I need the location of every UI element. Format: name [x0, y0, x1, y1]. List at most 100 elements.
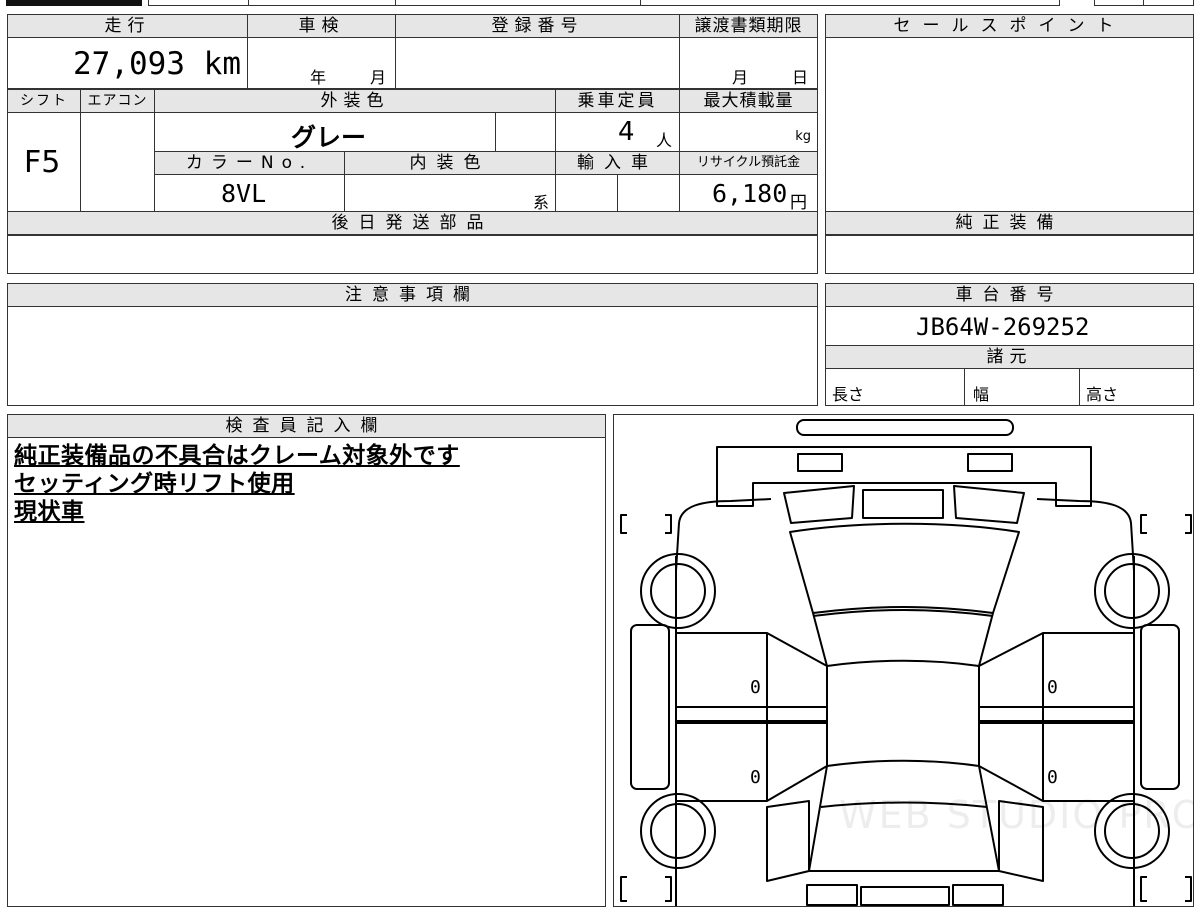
color-no-value: 8VL	[221, 179, 267, 208]
recycle-fee-cell: 6,180 円	[679, 174, 818, 213]
vehicle-diagram: 0 0 0 0 WEB STUDIO PRO	[613, 414, 1194, 907]
left-rear-door-mark: 0	[750, 677, 761, 698]
inspector-remark-1: 純正装備品の不具合はクレーム対象外です	[14, 443, 460, 469]
inspector-remark-2: セッティング時リフト使用	[14, 471, 295, 497]
notes-cell	[7, 306, 818, 406]
right-front-door-mark: 0	[1047, 767, 1058, 788]
interior-color-cell: 系	[344, 174, 556, 212]
max-load-cell: kg	[679, 112, 818, 152]
interior-color-header: 内装色	[344, 151, 556, 175]
top-strip-right-cells	[1094, 0, 1194, 6]
chassis-no-value: JB64W-269252	[916, 313, 1090, 341]
front-bumper-left	[806, 884, 858, 906]
genuine-equipment-header: 純正装備	[825, 211, 1194, 235]
later-parts-header: 後日発送部品	[7, 211, 818, 235]
registration-no-cell	[395, 37, 680, 89]
capacity-cell: 4 人	[555, 112, 680, 152]
bracket-right-top	[1140, 514, 1192, 534]
rear-glass-center	[862, 489, 944, 519]
body-outline	[675, 498, 1135, 572]
aircon-cell	[80, 112, 155, 212]
genuine-equipment-cell	[825, 235, 1194, 274]
left-front-fender	[766, 800, 810, 882]
roof-line-1	[812, 612, 994, 667]
spec-height-cell: 高さ	[1079, 368, 1194, 406]
transfer-deadline-cell: 月 日	[679, 37, 818, 89]
aircon-header: エアコン	[80, 89, 155, 113]
shift-value: F5	[24, 145, 61, 180]
rear-glass-left	[783, 485, 855, 524]
rear-glass-right	[953, 485, 1025, 524]
spec-length-cell: 長さ	[825, 368, 965, 406]
import-header: 輸入車	[555, 151, 680, 175]
sales-point-cell	[825, 37, 1194, 212]
recycle-fee-header: リサイクル預託金	[679, 151, 818, 175]
recycle-amount: 6,180	[712, 179, 788, 208]
left-rear-fender-flare	[630, 624, 670, 790]
front-bumper-center	[860, 886, 950, 906]
right-front-door	[978, 722, 1134, 802]
import-cell-left	[555, 174, 618, 212]
bracket-left-top	[620, 514, 672, 534]
roof-panel	[789, 522, 1020, 614]
shift-cell: F5	[7, 112, 81, 212]
mileage-header: 走行	[7, 14, 248, 38]
right-rear-door-mark: 0	[1047, 677, 1058, 698]
front-bumper-right	[952, 884, 1004, 906]
exterior-color-extra-cell	[495, 112, 556, 152]
notes-header: 注意事項欄	[7, 283, 818, 307]
exterior-color-header: 外装色	[154, 89, 556, 113]
specs-header: 諸元	[825, 345, 1194, 369]
cabin-panel	[826, 659, 980, 767]
body-side-left	[675, 556, 1135, 906]
color-no-cell: 8VL	[154, 174, 345, 212]
inspection-header: 車検	[247, 14, 396, 38]
inspector-notes-header: 検査員記入欄	[7, 414, 606, 438]
left-front-door-mark: 0	[750, 767, 761, 788]
exterior-color-value: グレー	[291, 123, 367, 152]
right-rear-fender-flare	[1140, 624, 1180, 790]
later-parts-cell	[7, 235, 818, 274]
registration-no-header: 登録番号	[395, 14, 680, 38]
import-cell-right	[617, 174, 680, 212]
chassis-no-cell: JB64W-269252	[825, 306, 1194, 346]
inspection-month-unit: 月	[370, 68, 387, 87]
rear-bumper-outline	[716, 446, 1092, 507]
mileage-value: 27,093 km	[73, 46, 241, 82]
inspection-year-unit: 年	[310, 68, 327, 87]
rear-spare-bar	[796, 419, 1014, 436]
transfer-day-unit: 日	[792, 68, 809, 87]
shift-header: シフト	[7, 89, 81, 113]
inspector-notes-cell: 純正装備品の不具合はクレーム対象外です セッティング時リフト使用 現状車	[7, 437, 606, 907]
rear-lamp-left	[797, 453, 843, 472]
watermark: WEB STUDIO PRO	[839, 793, 1194, 837]
left-front-door	[676, 722, 828, 802]
left-rear-wheel	[640, 553, 716, 629]
inspector-remark-3: 現状車	[14, 499, 85, 525]
mileage-cell: 27,093 km	[7, 37, 248, 89]
interior-suffix: 系	[532, 193, 549, 212]
top-strip	[0, 0, 1200, 7]
spec-height-label: 高さ	[1086, 385, 1119, 404]
rear-lamp-right	[967, 453, 1013, 472]
spec-width-label: 幅	[973, 385, 990, 404]
chassis-no-header: 車台番号	[825, 283, 1194, 307]
exterior-color-cell: グレー	[154, 112, 496, 152]
recycle-unit: 円	[790, 193, 807, 213]
left-front-wheel	[640, 793, 716, 869]
bracket-right-bottom	[1140, 876, 1192, 902]
transfer-deadline-header: 譲渡書類期限	[679, 14, 818, 38]
max-load-unit: kg	[795, 129, 811, 144]
max-load-header: 最大積載量	[679, 89, 818, 113]
top-strip-black-block	[6, 0, 142, 6]
right-rear-wheel	[1094, 553, 1170, 629]
spec-width-cell: 幅	[964, 368, 1080, 406]
transfer-month-unit: 月	[732, 68, 749, 87]
capacity-header: 乗車定員	[555, 89, 680, 113]
spec-length-label: 長さ	[832, 385, 865, 404]
color-no-header: カラーNo.	[154, 151, 345, 175]
bracket-left-bottom	[620, 876, 672, 902]
sales-point-header: セールスポイント	[825, 14, 1194, 38]
inspection-cell: 年 月	[247, 37, 396, 89]
capacity-value: 4	[618, 117, 635, 147]
